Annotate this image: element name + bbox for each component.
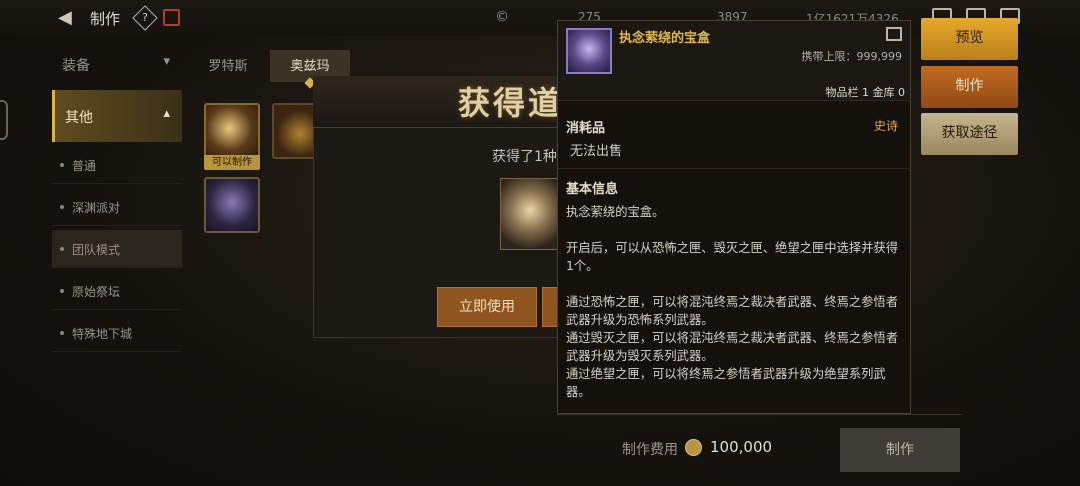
item-description: 执念萦绕的宝盒。 开启后，可以从恐怖之匣、毁灭之匣、绝望之匣中选择并获得1个。 … bbox=[566, 203, 904, 401]
item-rarity: 史诗 bbox=[873, 119, 898, 133]
sell-status: 无法出售 bbox=[570, 144, 623, 159]
chevron-up-icon: ▴ bbox=[163, 106, 170, 121]
bullet-icon bbox=[60, 205, 64, 209]
bullet-icon bbox=[60, 163, 64, 167]
inventory-count: 物品栏 1 金库 0 bbox=[825, 86, 906, 99]
sub-item-special-dungeon[interactable]: 特殊地下城 bbox=[52, 314, 182, 352]
category-other[interactable]: 其他 ▴ bbox=[52, 90, 182, 142]
craft-cost-value: 100,000 bbox=[710, 438, 773, 456]
desc-line: 执念萦绕的宝盒。 bbox=[566, 205, 665, 219]
craft-confirm-button[interactable]: 制作 bbox=[840, 428, 960, 472]
top-bar: ◀ 制作 ? © 275 3897 1亿1621万4326 bbox=[0, 0, 1080, 36]
bullet-icon bbox=[60, 331, 64, 335]
item-slot[interactable] bbox=[204, 177, 260, 233]
desc-line: 开启后，可以从恐怖之匣、毁灭之匣、绝望之匣中选择并获得1个。 bbox=[566, 241, 899, 273]
desc-line: 通过恐怖之匣，可以将混沌终焉之裁决者武器、终焉之参悟者武器升级为恐怖系列武器。 bbox=[566, 295, 899, 327]
side-handle[interactable] bbox=[0, 100, 8, 140]
bullet-icon bbox=[60, 247, 64, 251]
category-label: 装备 bbox=[62, 58, 90, 74]
item-name: 执念萦绕的宝盒 bbox=[619, 31, 711, 46]
bullet-icon bbox=[60, 289, 64, 293]
divider bbox=[557, 414, 962, 415]
craft-button[interactable]: 制作 bbox=[921, 66, 1018, 108]
sub-item-raid[interactable]: 团队模式 bbox=[52, 230, 182, 268]
carry-limit: 携带上限：999,999 bbox=[801, 50, 903, 63]
calendar-icon[interactable] bbox=[163, 9, 180, 26]
treasure-box-icon bbox=[566, 28, 612, 74]
item-type: 消耗品 bbox=[566, 121, 606, 136]
basic-info-title: 基本信息 bbox=[566, 182, 619, 197]
use-now-button[interactable]: 立即使用 bbox=[437, 287, 537, 327]
page-title: 制作 bbox=[90, 10, 121, 28]
preview-button[interactable]: 预览 bbox=[921, 18, 1018, 60]
desc-line: 通过绝望之匣，可以将终焉之参悟者武器升级为绝望系列武器。 bbox=[566, 367, 886, 399]
craftable-tag: 可以制作 bbox=[204, 155, 260, 170]
help-icon[interactable]: ? bbox=[132, 5, 158, 31]
chevron-down-icon: ▾ bbox=[163, 54, 170, 69]
item-slot[interactable] bbox=[204, 103, 260, 159]
tooltip-type-section: 消耗品 史诗 无法出售 bbox=[558, 109, 910, 169]
popup-message: 获得了1种 bbox=[492, 149, 557, 165]
tab-lotus[interactable]: 罗特斯 bbox=[196, 50, 260, 82]
back-arrow-icon[interactable]: ◀ bbox=[58, 8, 82, 28]
popup-title: 获得道 bbox=[458, 84, 564, 122]
obtain-source-button[interactable]: 获取途径 bbox=[921, 113, 1018, 155]
category-equipment[interactable]: 装备 ▾ bbox=[52, 44, 182, 84]
craft-cost-label: 制作费用 bbox=[622, 442, 678, 458]
category-label: 其他 bbox=[65, 110, 93, 126]
coin-icon bbox=[685, 439, 702, 456]
tooltip-header: 执念萦绕的宝盒 携带上限：999,999 物品栏 1 金库 0 bbox=[558, 21, 910, 101]
sub-item-normal[interactable]: 普通 bbox=[52, 146, 182, 184]
sub-item-altar[interactable]: 原始祭坛 bbox=[52, 272, 182, 310]
sub-item-abyss[interactable]: 深渊派对 bbox=[52, 188, 182, 226]
currency-c-icon: © bbox=[495, 9, 509, 25]
item-tooltip: 执念萦绕的宝盒 携带上限：999,999 物品栏 1 金库 0 消耗品 史诗 无… bbox=[557, 20, 911, 414]
desc-line: 通过毁灭之匣，可以将混沌终焉之裁决者武器、终焉之参悟者武器升级为毁灭系列武器。 bbox=[566, 331, 899, 363]
obtained-item-icon bbox=[500, 178, 560, 250]
share-icon[interactable] bbox=[886, 27, 902, 41]
